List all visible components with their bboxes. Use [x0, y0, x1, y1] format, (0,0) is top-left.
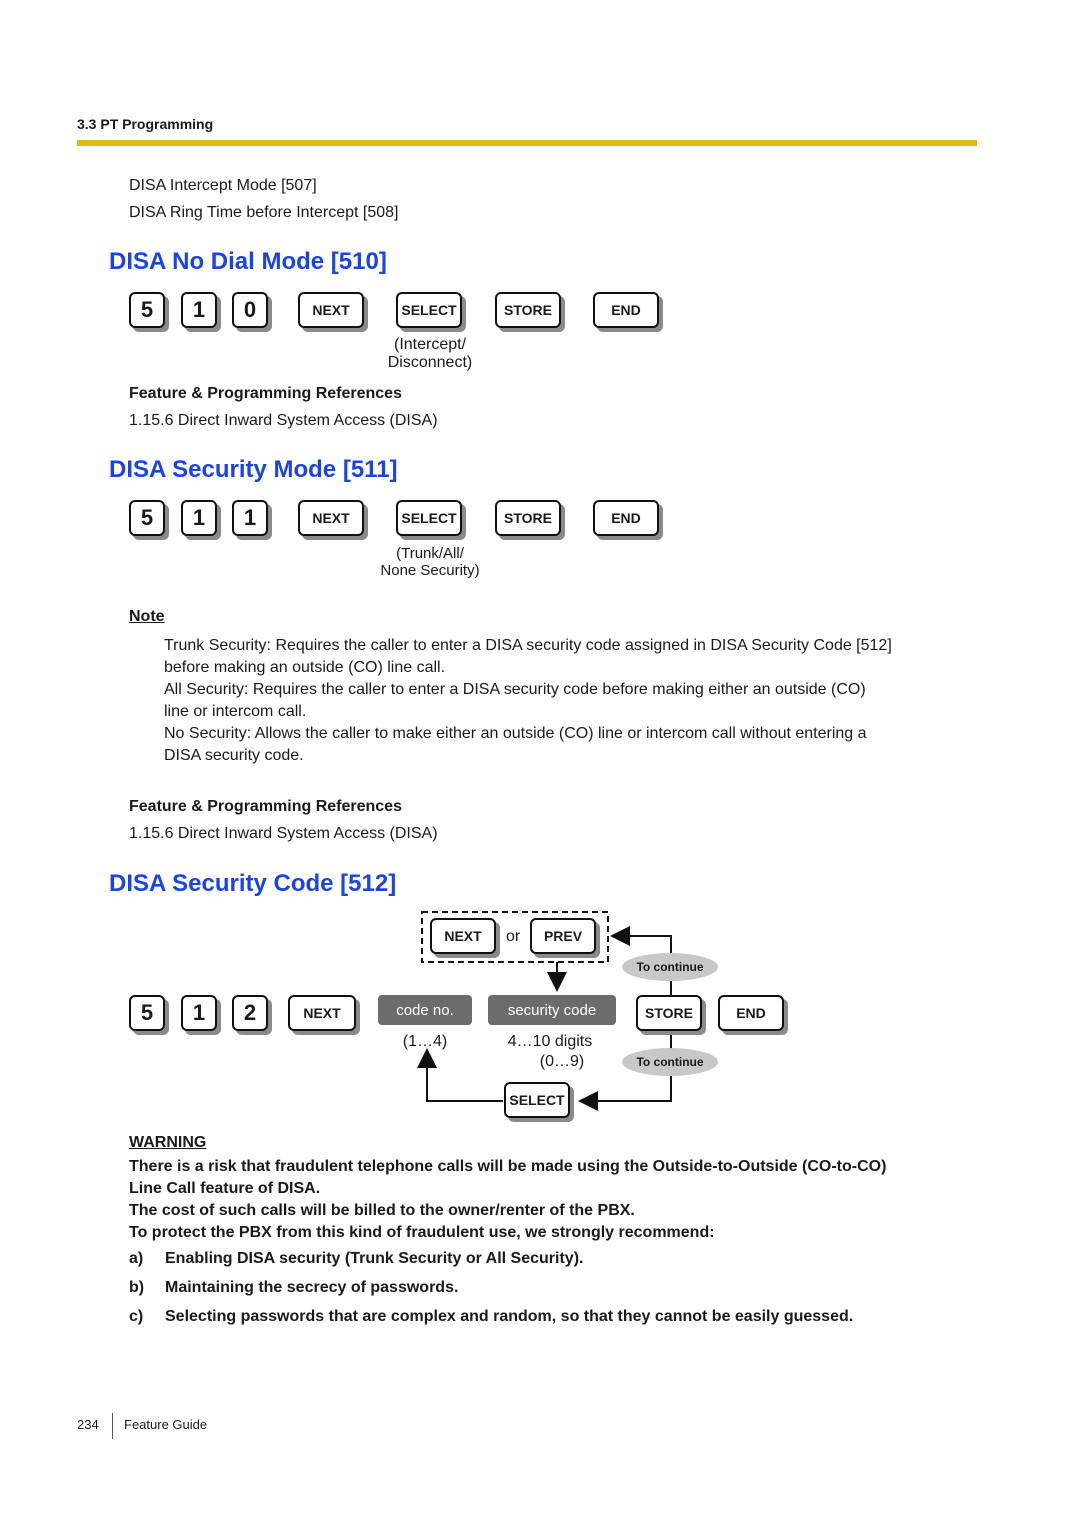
warning-label: WARNING	[129, 1134, 207, 1151]
warning-line: To protect the PBX from this kind of fra…	[129, 1224, 715, 1241]
end-key: END	[718, 995, 784, 1031]
prev-key: PREV	[530, 918, 596, 954]
item-marker: c)	[129, 1308, 144, 1325]
key-digit: 2	[232, 995, 268, 1031]
item-text: Maintaining the secrecy of passwords.	[165, 1279, 459, 1296]
warning-item: b) Maintaining the secrecy of passwords.	[129, 1279, 458, 1297]
warning-body: There is a risk that fraudulent telephon…	[129, 1156, 886, 1244]
item-text: Selecting passwords that are complex and…	[165, 1308, 854, 1325]
security-digits: 4…10 digits	[507, 1033, 593, 1050]
item-marker: a)	[129, 1250, 144, 1267]
next-key: NEXT	[288, 995, 356, 1031]
item-text: Enabling DISA security (Trunk Security o…	[165, 1250, 584, 1267]
warning-line: The cost of such calls will be billed to…	[129, 1202, 635, 1219]
key-digit: 5	[129, 995, 165, 1031]
warning-line: There is a risk that fraudulent telephon…	[129, 1158, 887, 1175]
footer-divider	[112, 1413, 113, 1439]
code-no-field: code no.	[378, 995, 472, 1025]
page-number: 234	[77, 1417, 99, 1432]
select-key: SELECT	[504, 1082, 570, 1118]
or-text: or	[506, 928, 521, 945]
item-marker: b)	[129, 1279, 145, 1296]
next-key: NEXT	[430, 918, 496, 954]
to-continue-badge: To continue	[622, 953, 718, 981]
store-key: STORE	[636, 995, 702, 1031]
security-range: (0…9)	[539, 1053, 585, 1070]
warning-item: c) Selecting passwords that are complex a…	[129, 1308, 853, 1326]
to-continue-badge: To continue	[622, 1048, 718, 1076]
security-code-field: security code	[488, 995, 616, 1025]
warning-item: a) Enabling DISA security (Trunk Security…	[129, 1250, 583, 1268]
arrow-select-up	[417, 1048, 503, 1102]
key-digit: 1	[181, 995, 217, 1031]
footer-title: Feature Guide	[124, 1417, 208, 1432]
flow-connectors	[417, 911, 672, 1111]
warning-line: Line Call feature of DISA.	[129, 1180, 321, 1197]
code-no-range: (1…4)	[402, 1033, 448, 1050]
